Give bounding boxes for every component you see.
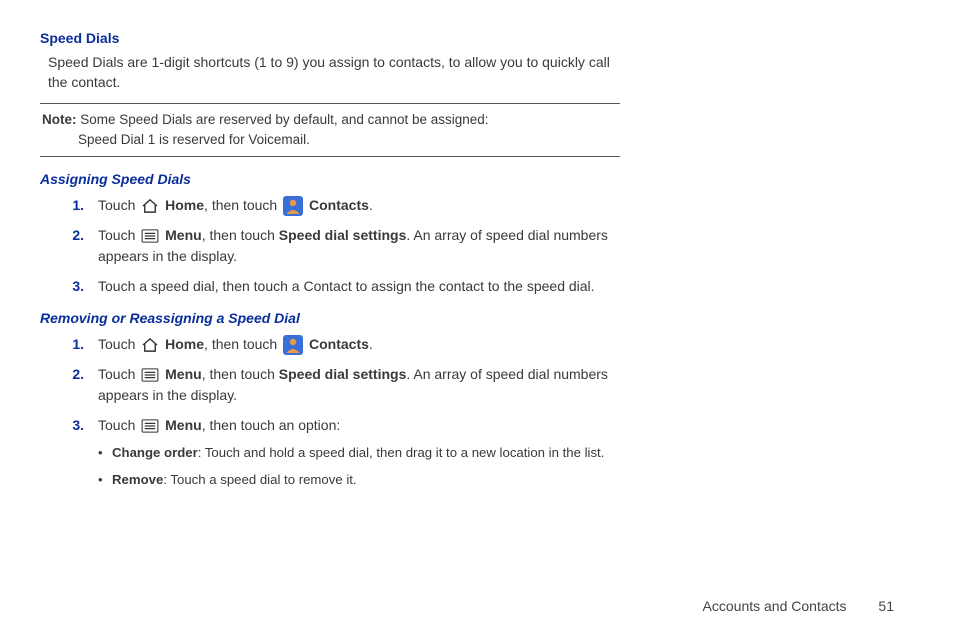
contacts-icon xyxy=(283,335,303,355)
step-item: 3.Touch a speed dial, then touch a Conta… xyxy=(40,276,620,298)
intro-text: Speed Dials are 1-digit shortcuts (1 to … xyxy=(48,52,620,93)
step-body: Touch Menu, then touch an option:Change … xyxy=(98,415,620,498)
contacts-icon xyxy=(283,196,303,216)
menu-icon xyxy=(141,229,159,243)
step-item: 3.Touch Menu, then touch an option:Chang… xyxy=(40,415,620,498)
bullet-item: Change order: Touch and hold a speed dia… xyxy=(98,443,620,463)
home-icon xyxy=(141,199,159,213)
steps-list: 1.Touch Home, then touch Contacts.2.Touc… xyxy=(40,334,620,498)
step-item: 1.Touch Home, then touch Contacts. xyxy=(40,195,620,217)
menu-icon xyxy=(141,368,159,382)
bullet-list: Change order: Touch and hold a speed dia… xyxy=(98,443,620,491)
step-item: 2.Touch Menu, then touch Speed dial sett… xyxy=(40,364,620,407)
note-box: Note: Some Speed Dials are reserved by d… xyxy=(40,103,620,158)
step-body: Touch Menu, then touch Speed dial settin… xyxy=(98,364,620,407)
footer-chapter: Accounts and Contacts xyxy=(703,598,847,614)
manual-page: Speed Dials Speed Dials are 1-digit shor… xyxy=(0,0,660,498)
note-line1: Some Speed Dials are reserved by default… xyxy=(80,112,488,127)
step-item: 1.Touch Home, then touch Contacts. xyxy=(40,334,620,356)
page-footer: Accounts and Contacts 51 xyxy=(703,598,894,614)
step-body: Touch Home, then touch Contacts. xyxy=(98,195,620,217)
subsection-heading: Removing or Reassigning a Speed Dial xyxy=(40,310,620,326)
step-number: 3. xyxy=(40,415,98,437)
subsection-heading: Assigning Speed Dials xyxy=(40,171,620,187)
note-line2: Speed Dial 1 is reserved for Voicemail. xyxy=(42,130,618,150)
step-number: 1. xyxy=(40,195,98,217)
step-body: Touch Home, then touch Contacts. xyxy=(98,334,620,356)
section-heading: Speed Dials xyxy=(40,30,620,46)
step-item: 2.Touch Menu, then touch Speed dial sett… xyxy=(40,225,620,268)
step-body: Touch Menu, then touch Speed dial settin… xyxy=(98,225,620,268)
step-number: 2. xyxy=(40,225,98,247)
step-number: 3. xyxy=(40,276,98,298)
home-icon xyxy=(141,338,159,352)
bullet-item: Remove: Touch a speed dial to remove it. xyxy=(98,470,620,490)
steps-list: 1.Touch Home, then touch Contacts.2.Touc… xyxy=(40,195,620,298)
menu-icon xyxy=(141,419,159,433)
footer-page-number: 51 xyxy=(878,598,894,614)
step-number: 2. xyxy=(40,364,98,386)
step-body: Touch a speed dial, then touch a Contact… xyxy=(98,276,620,298)
note-label: Note: xyxy=(42,112,77,127)
step-number: 1. xyxy=(40,334,98,356)
